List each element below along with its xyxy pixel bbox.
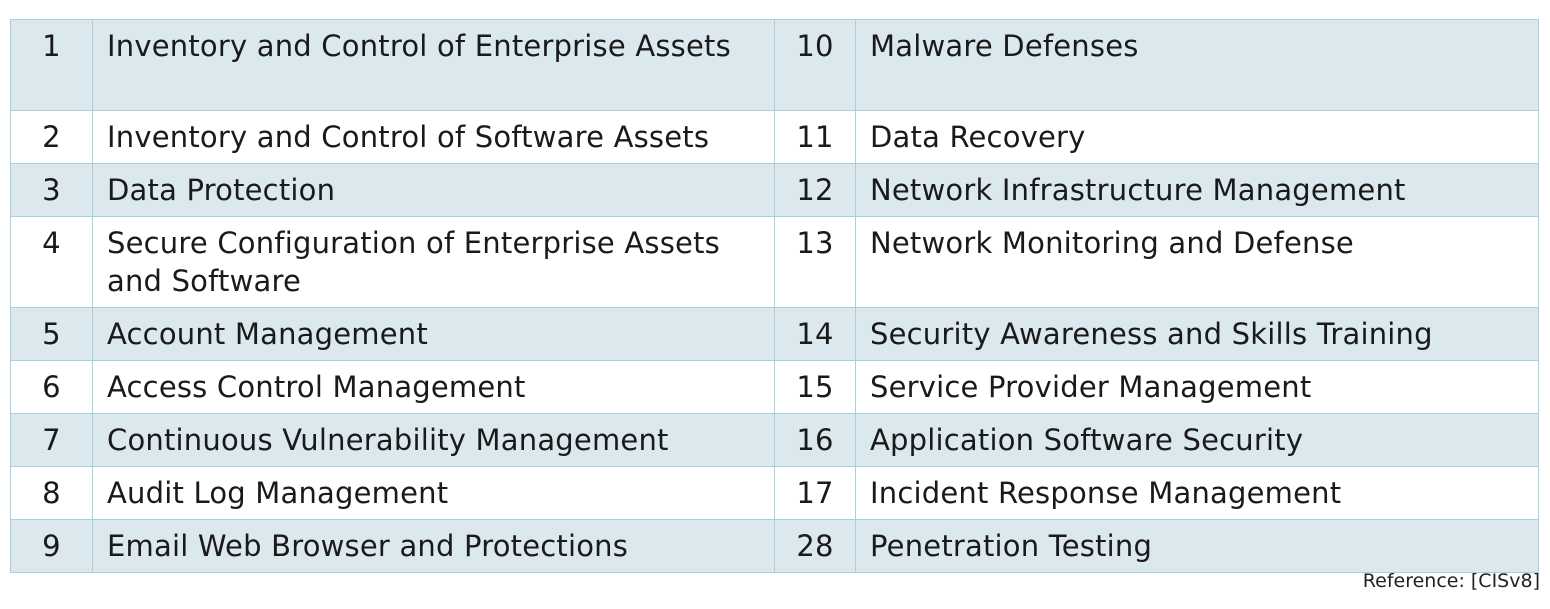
control-number: 2 — [10, 110, 93, 164]
control-name: Security Awareness and Skills Training — [855, 307, 1539, 361]
control-number: 12 — [774, 163, 856, 217]
control-number: 3 — [10, 163, 93, 217]
control-number: 16 — [774, 413, 856, 467]
control-number: 17 — [774, 466, 856, 520]
control-name: Network Monitoring and Defense — [855, 216, 1539, 308]
control-number: 10 — [774, 19, 856, 111]
control-number: 13 — [774, 216, 856, 308]
table-row: 2 Inventory and Control of Software Asse… — [10, 110, 1539, 164]
control-number: 4 — [10, 216, 93, 308]
control-number: 9 — [10, 519, 93, 573]
control-name: Malware Defenses — [855, 19, 1539, 111]
control-name: Audit Log Management — [92, 466, 775, 520]
control-number: 1 — [10, 19, 93, 111]
control-name: Inventory and Control of Enterprise Asse… — [92, 19, 775, 111]
table-row: 6 Access Control Management 15 Service P… — [10, 360, 1539, 414]
control-name: Access Control Management — [92, 360, 775, 414]
control-number: 28 — [774, 519, 856, 573]
control-number: 14 — [774, 307, 856, 361]
table-row: 7 Continuous Vulnerability Management 16… — [10, 413, 1539, 467]
control-number: 11 — [774, 110, 856, 164]
table-row: 5 Account Management 14 Security Awarene… — [10, 307, 1539, 361]
table-row: 3 Data Protection 12 Network Infrastruct… — [10, 163, 1539, 217]
control-name: Data Protection — [92, 163, 775, 217]
control-number: 5 — [10, 307, 93, 361]
control-number: 15 — [774, 360, 856, 414]
control-name: Data Recovery — [855, 110, 1539, 164]
table-row: 8 Audit Log Management 17 Incident Respo… — [10, 466, 1539, 520]
control-number: 8 — [10, 466, 93, 520]
control-name: Account Management — [92, 307, 775, 361]
control-number: 7 — [10, 413, 93, 467]
table-row: 9 Email Web Browser and Protections 28 P… — [10, 519, 1539, 573]
cis-controls-table: 1 Inventory and Control of Enterprise As… — [10, 19, 1539, 573]
control-name: Inventory and Control of Software Assets — [92, 110, 775, 164]
reference-note: Reference: [CISv8] — [1362, 570, 1540, 592]
control-name: Penetration Testing — [855, 519, 1539, 573]
control-number: 6 — [10, 360, 93, 414]
control-name: Secure Configuration of Enterprise Asset… — [92, 216, 775, 308]
control-name: Incident Response Management — [855, 466, 1539, 520]
table-row: 4 Secure Configuration of Enterprise Ass… — [10, 216, 1539, 308]
table-row: 1 Inventory and Control of Enterprise As… — [10, 19, 1539, 111]
control-name: Application Software Security — [855, 413, 1539, 467]
control-name: Service Provider Management — [855, 360, 1539, 414]
control-name: Email Web Browser and Protections — [92, 519, 775, 573]
control-name: Continuous Vulnerability Management — [92, 413, 775, 467]
control-name: Network Infrastructure Management — [855, 163, 1539, 217]
